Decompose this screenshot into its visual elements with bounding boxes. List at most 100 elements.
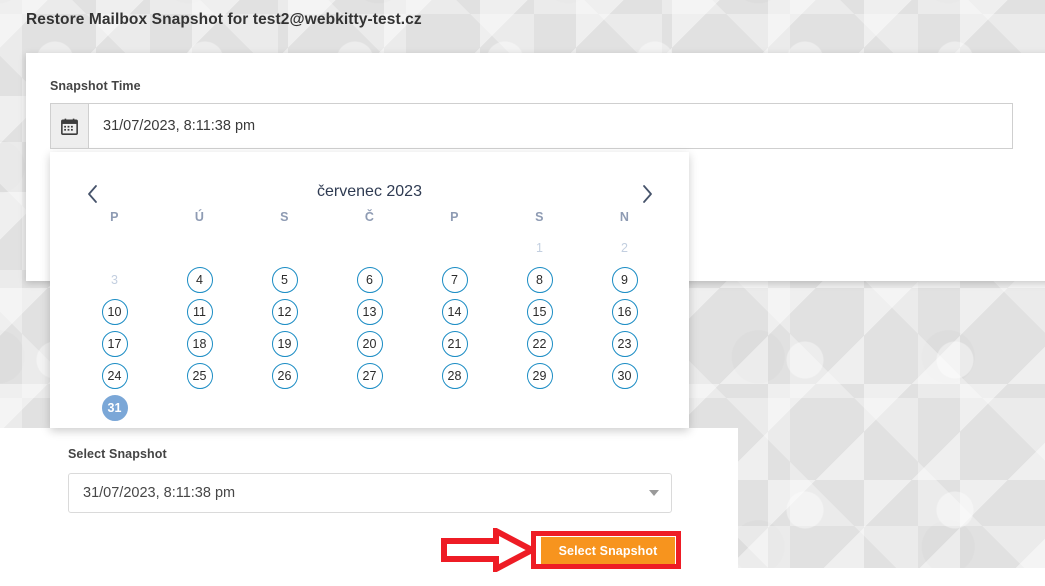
calendar-day[interactable]: 16 bbox=[611, 299, 638, 325]
calendar-day-cell: 20 bbox=[327, 328, 412, 360]
calendar-day-cell: 21 bbox=[412, 328, 497, 360]
calendar-day-cell: 1 bbox=[497, 232, 582, 264]
calendar-day[interactable]: 13 bbox=[356, 299, 383, 325]
calendar-day-cell: 9 bbox=[582, 264, 667, 296]
calendar-day-cell bbox=[72, 232, 157, 264]
calendar-day-cell bbox=[412, 232, 497, 264]
calendar-day-cell: 27 bbox=[327, 360, 412, 392]
snapshot-time-input-group[interactable]: 31/07/2023, 8:11:38 pm bbox=[50, 103, 1013, 149]
calendar-day-cell bbox=[242, 232, 327, 264]
calendar-day-cell: 15 bbox=[497, 296, 582, 328]
calendar-day-cell: 5 bbox=[242, 264, 327, 296]
calendar-day-cell bbox=[497, 392, 582, 424]
calendar-header: červenec 2023 bbox=[50, 152, 689, 204]
select-snapshot-button[interactable]: Select Snapshot bbox=[541, 537, 675, 564]
calendar-weekday: Č bbox=[364, 210, 375, 224]
calendar-day-cell bbox=[327, 232, 412, 264]
calendar-day-selected[interactable]: 31 bbox=[101, 395, 128, 421]
calendar-day bbox=[612, 395, 638, 421]
calendar-day[interactable]: 23 bbox=[611, 331, 638, 357]
calendar-day[interactable]: 6 bbox=[356, 267, 383, 293]
calendar-day[interactable]: 20 bbox=[356, 331, 383, 357]
calendar-day[interactable]: 17 bbox=[101, 331, 128, 357]
calendar-day bbox=[102, 235, 128, 261]
calendar-day: 1 bbox=[536, 240, 543, 255]
select-snapshot-dropdown[interactable]: 31/07/2023, 8:11:38 pm bbox=[68, 473, 672, 513]
calendar-day-cell: 16 bbox=[582, 296, 667, 328]
chevron-down-icon[interactable] bbox=[637, 490, 671, 496]
calendar-day[interactable]: 26 bbox=[271, 363, 298, 389]
calendar-day bbox=[272, 395, 298, 421]
calendar-day-cell: 24 bbox=[72, 360, 157, 392]
calendar-weekday: N bbox=[619, 210, 630, 224]
chevron-right-icon[interactable] bbox=[633, 180, 661, 208]
calendar-month-label: červenec 2023 bbox=[317, 183, 422, 200]
calendar-weekday: S bbox=[535, 210, 544, 224]
calendar-day[interactable]: 10 bbox=[101, 299, 128, 325]
calendar-day[interactable]: 19 bbox=[271, 331, 298, 357]
calendar-day-cell bbox=[157, 232, 242, 264]
snapshot-time-value[interactable]: 31/07/2023, 8:11:38 pm bbox=[89, 104, 1012, 148]
calendar-day[interactable]: 21 bbox=[441, 331, 468, 357]
calendar-weekday-header: PÚSČPSN bbox=[50, 210, 689, 224]
calendar-day[interactable]: 14 bbox=[441, 299, 468, 325]
calendar-day-cell: 8 bbox=[497, 264, 582, 296]
calendar-day-cell: 4 bbox=[157, 264, 242, 296]
calendar-day[interactable]: 18 bbox=[186, 331, 213, 357]
calendar-day-cell: 25 bbox=[157, 360, 242, 392]
calendar-day bbox=[357, 235, 383, 261]
calendar-day bbox=[187, 395, 213, 421]
calendar-day-cell: 17 bbox=[72, 328, 157, 360]
calendar-day-cell: 10 bbox=[72, 296, 157, 328]
calendar-day-cell bbox=[412, 392, 497, 424]
calendar-day[interactable]: 30 bbox=[611, 363, 638, 389]
calendar-day-grid: 1 2 3 4 5 6 7 8 9 10 11 12 13 14 15 16 17 18 19 20 21 22 23 24 2… bbox=[50, 232, 689, 424]
calendar-day-cell: 3 bbox=[72, 264, 157, 296]
calendar-day-cell: 23 bbox=[582, 328, 667, 360]
calendar-day[interactable]: 28 bbox=[441, 363, 468, 389]
calendar-day bbox=[187, 235, 213, 261]
calendar-day[interactable]: 29 bbox=[526, 363, 553, 389]
calendar-day-cell: 7 bbox=[412, 264, 497, 296]
calendar-day[interactable]: 22 bbox=[526, 331, 553, 357]
calendar-weekday: S bbox=[280, 210, 289, 224]
calendar-day-cell: 26 bbox=[242, 360, 327, 392]
calendar-day-cell: 22 bbox=[497, 328, 582, 360]
calendar-day[interactable]: 4 bbox=[186, 267, 213, 293]
calendar-day-cell: 11 bbox=[157, 296, 242, 328]
calendar-day bbox=[272, 235, 298, 261]
calendar-day[interactable]: 24 bbox=[101, 363, 128, 389]
calendar-day[interactable]: 7 bbox=[441, 267, 468, 293]
calendar-day[interactable]: 12 bbox=[271, 299, 298, 325]
calendar-day[interactable]: 27 bbox=[356, 363, 383, 389]
calendar-icon[interactable] bbox=[51, 104, 89, 148]
bottom-white-strip bbox=[0, 568, 1045, 586]
calendar-day bbox=[357, 395, 383, 421]
calendar-day bbox=[442, 235, 468, 261]
calendar-weekday: P bbox=[110, 210, 119, 224]
calendar-day-cell: 19 bbox=[242, 328, 327, 360]
calendar-day-cell: 6 bbox=[327, 264, 412, 296]
calendar-day-cell: 30 bbox=[582, 360, 667, 392]
calendar-day-cell: 12 bbox=[242, 296, 327, 328]
calendar-day bbox=[527, 395, 553, 421]
select-snapshot-label: Select Snapshot bbox=[68, 447, 167, 461]
calendar-day[interactable]: 8 bbox=[526, 267, 553, 293]
calendar-day[interactable]: 5 bbox=[271, 267, 298, 293]
calendar-day: 3 bbox=[111, 272, 118, 287]
calendar-weekday: Ú bbox=[194, 210, 205, 224]
calendar-day[interactable]: 11 bbox=[186, 299, 213, 325]
calendar-day[interactable]: 9 bbox=[611, 267, 638, 293]
calendar-day-cell: 2 bbox=[582, 232, 667, 264]
calendar-day[interactable]: 25 bbox=[186, 363, 213, 389]
calendar-day[interactable]: 15 bbox=[526, 299, 553, 325]
calendar-day-cell bbox=[582, 392, 667, 424]
calendar-popup[interactable]: červenec 2023 PÚSČPSN 1 2 3 4 5 6 7 8 9 10 11 12 13 1… bbox=[50, 152, 689, 428]
calendar-day-cell: 18 bbox=[157, 328, 242, 360]
calendar-day-cell: 29 bbox=[497, 360, 582, 392]
calendar-day-cell bbox=[327, 392, 412, 424]
calendar-day-cell: 31 bbox=[72, 392, 157, 424]
calendar-day bbox=[442, 395, 468, 421]
calendar-day-cell bbox=[242, 392, 327, 424]
snapshot-time-label: Snapshot Time bbox=[50, 79, 141, 93]
